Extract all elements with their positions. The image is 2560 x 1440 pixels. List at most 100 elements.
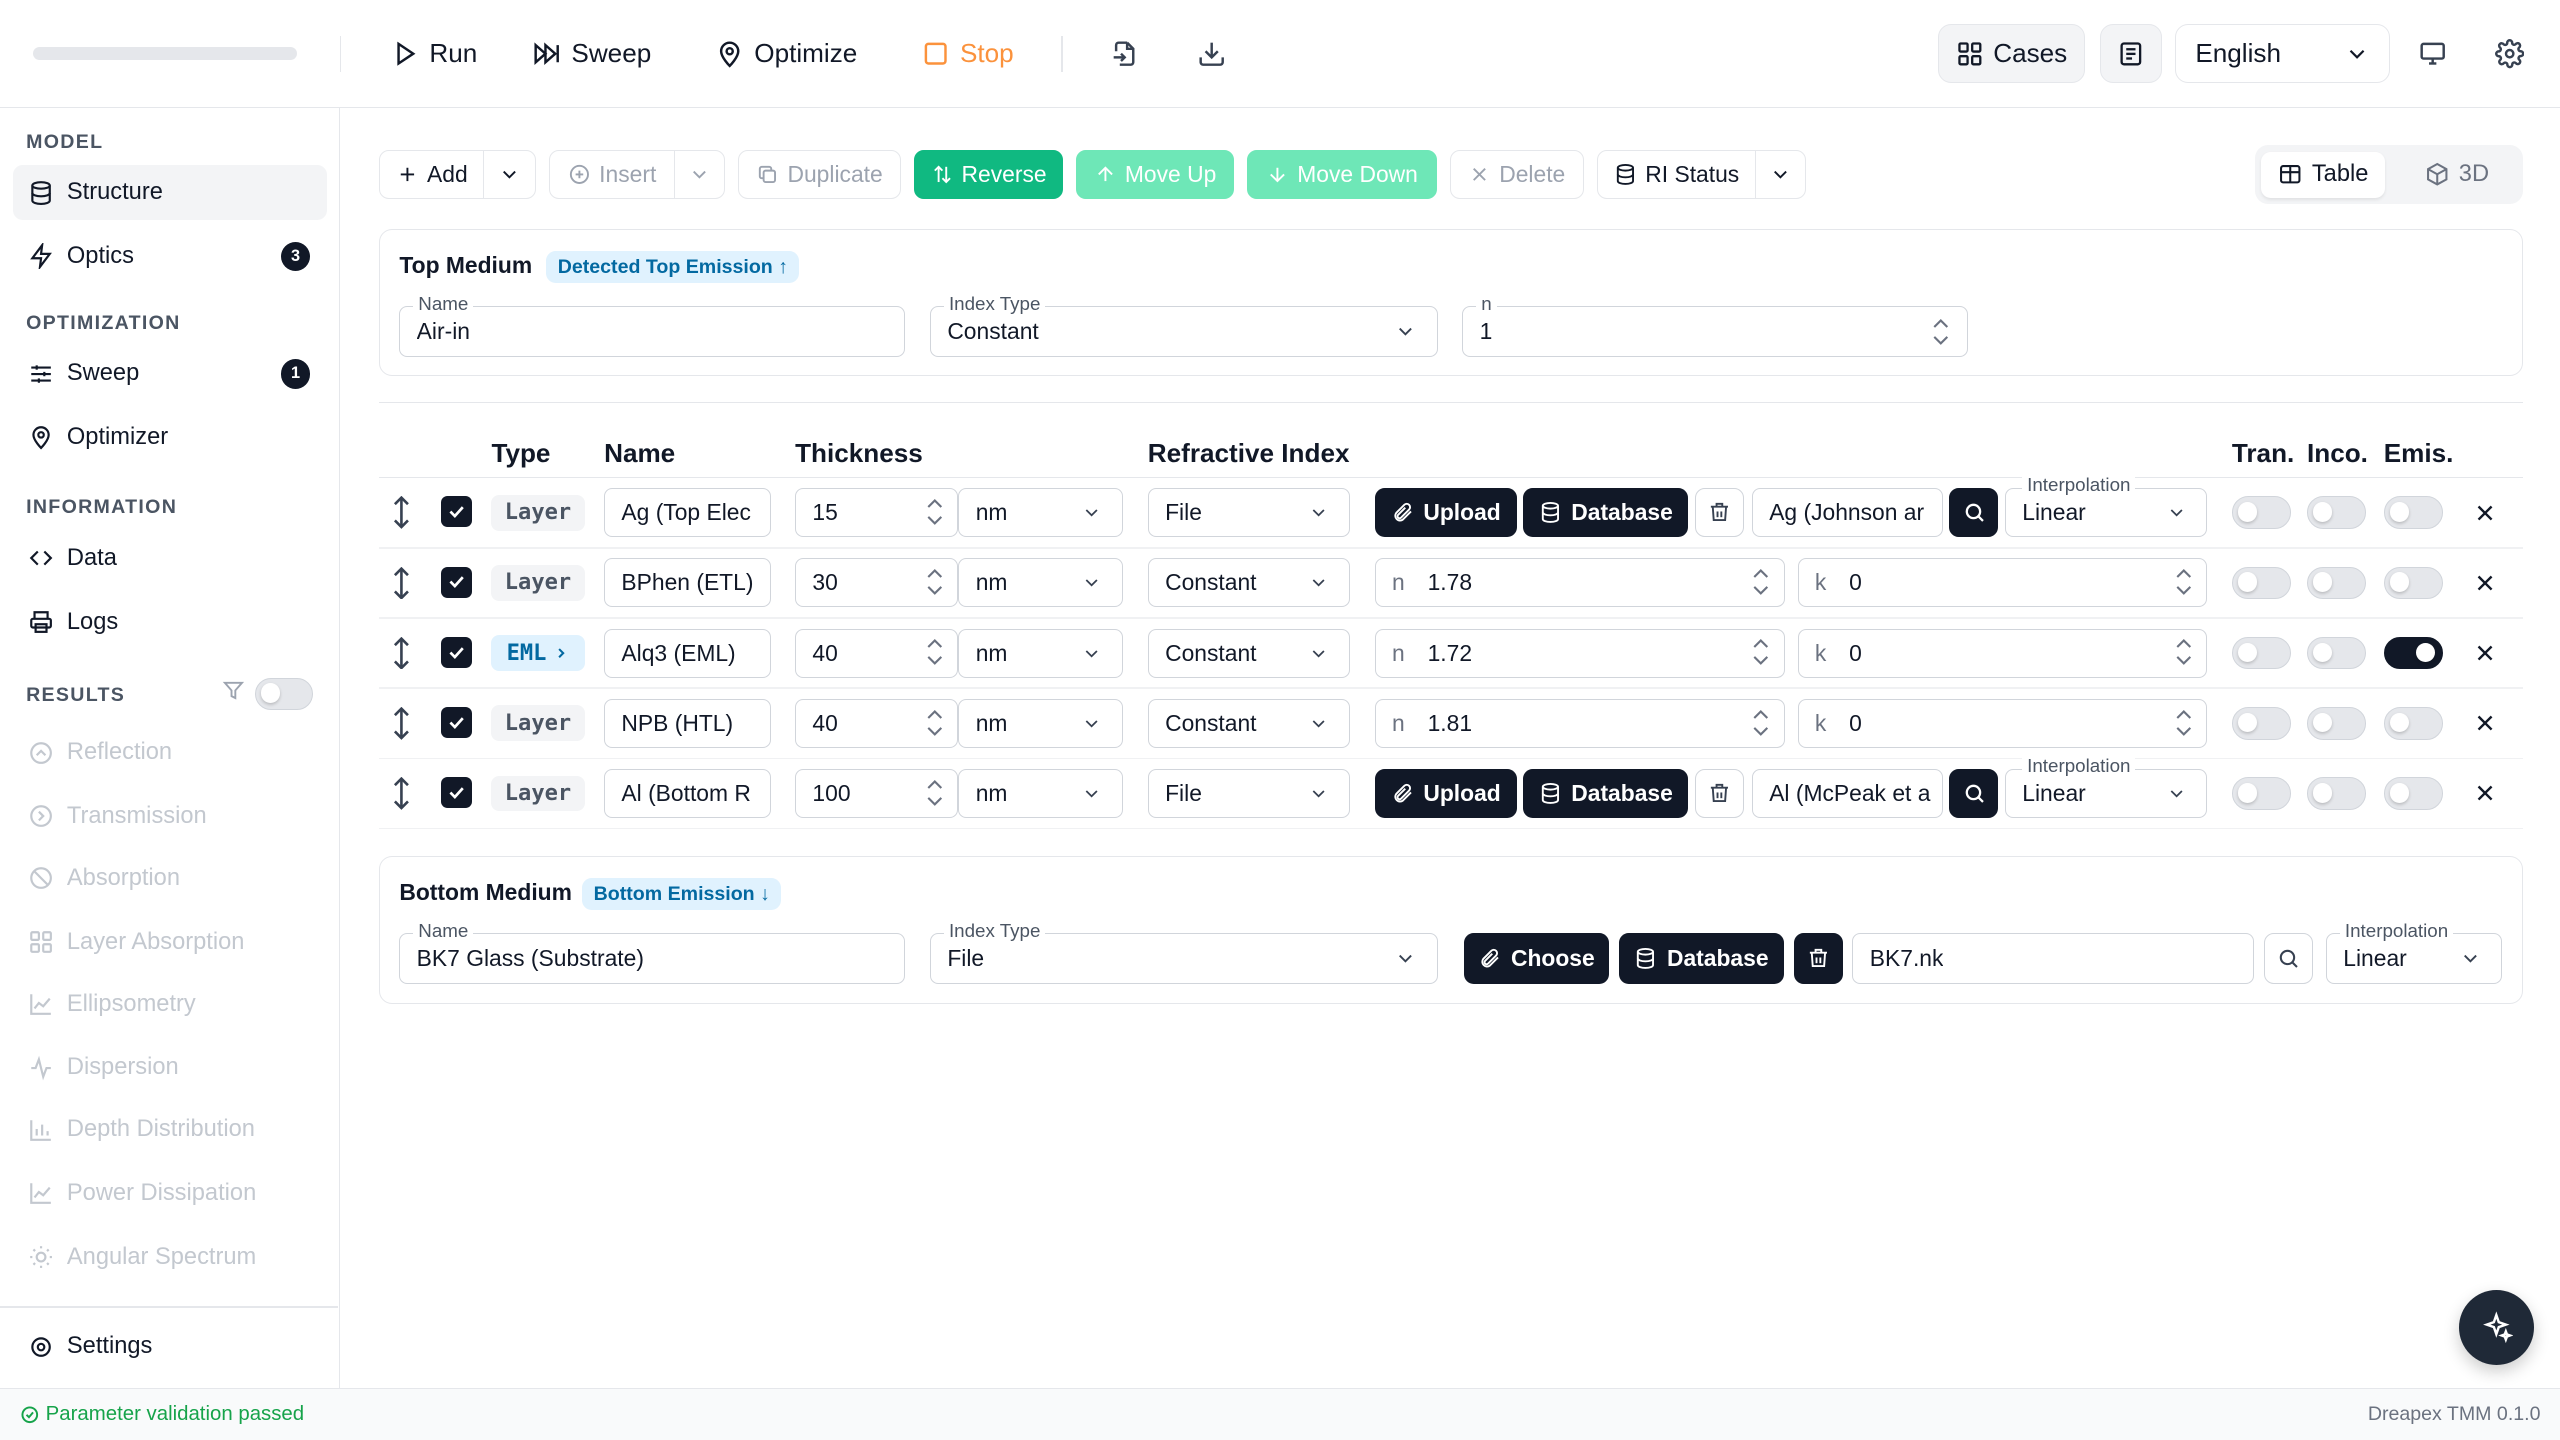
stepper-icon[interactable] <box>2174 634 2194 670</box>
clear-file-button[interactable] <box>1694 769 1744 818</box>
search-material-button[interactable] <box>2263 933 2313 984</box>
thickness-input[interactable]: 100 <box>795 769 959 818</box>
layer-type-badge[interactable]: Layer <box>491 705 585 742</box>
sidebar-item-reflection[interactable]: Reflection <box>13 725 326 781</box>
layer-type-badge[interactable]: EML <box>491 635 585 672</box>
ri-mode-select[interactable]: Constant <box>1147 558 1351 608</box>
sidebar-item-logs[interactable]: Logs <box>13 594 326 650</box>
emis-toggle[interactable] <box>2383 706 2443 740</box>
sweep-button[interactable]: Sweep <box>532 26 651 82</box>
cases-button[interactable]: Cases <box>1938 24 2085 84</box>
layer-name-input[interactable]: Alq3 (EML) <box>604 628 771 678</box>
upload-button[interactable]: Upload <box>1374 488 1517 538</box>
layer-type-badge[interactable]: Layer <box>491 775 585 812</box>
emis-toggle[interactable] <box>2383 777 2443 810</box>
top-medium-index-type-select[interactable]: Index Type Constant <box>930 292 1438 357</box>
stepper-icon[interactable] <box>1751 634 1771 670</box>
k-input[interactable]: k 0 <box>1797 628 2208 678</box>
drag-handle-icon[interactable] <box>390 636 413 670</box>
monitor-button[interactable] <box>2411 33 2453 75</box>
stepper-icon[interactable] <box>1751 564 1771 600</box>
drag-handle-icon[interactable] <box>390 566 413 600</box>
duplicate-button[interactable]: Duplicate <box>737 150 902 200</box>
sidebar-item-layer-absorption[interactable]: Layer Absorption <box>13 914 326 970</box>
k-input[interactable]: k 0 <box>1797 698 2208 748</box>
import-button[interactable] <box>1104 33 1146 75</box>
sidebar-item-transmission[interactable]: Transmission <box>13 789 326 845</box>
bottom-medium-index-type-select[interactable]: Index Type File <box>930 919 1438 984</box>
clear-file-button[interactable] <box>1694 488 1744 538</box>
choose-file-button[interactable]: Choose <box>1463 933 1610 984</box>
tran-toggle[interactable] <box>2231 496 2291 529</box>
ri-status-button[interactable]: RI Status <box>1596 150 1757 200</box>
search-material-button[interactable] <box>1949 769 1999 818</box>
ai-assistant-button[interactable] <box>2458 1289 2534 1365</box>
row-checkbox[interactable] <box>440 777 472 809</box>
emis-toggle[interactable] <box>2383 496 2443 529</box>
inco-toggle[interactable] <box>2307 706 2366 740</box>
layer-name-input[interactable]: BPhen (ETL) <box>604 558 771 608</box>
sidebar-item-optics[interactable]: Optics 3 <box>13 229 326 285</box>
remove-row-icon[interactable] <box>2472 570 2498 596</box>
emis-toggle[interactable] <box>2383 566 2443 600</box>
thickness-input[interactable]: 40 <box>795 628 959 678</box>
bottom-medium-file-field[interactable]: BK7.nk <box>1852 933 2255 984</box>
ri-mode-select[interactable]: File <box>1147 769 1351 818</box>
sidebar-item-dispersion[interactable]: Dispersion <box>13 1040 326 1096</box>
stop-button[interactable]: Stop <box>921 26 1014 82</box>
remove-row-icon[interactable] <box>2472 780 2498 806</box>
add-dropdown-button[interactable] <box>483 150 536 200</box>
n-input[interactable]: n 1.72 <box>1374 628 1785 678</box>
top-medium-n-input[interactable]: n 1 <box>1462 292 1969 357</box>
inco-toggle[interactable] <box>2307 566 2366 600</box>
stepper-icon[interactable] <box>1931 314 1951 350</box>
interpolation-select[interactable]: Interpolation Linear <box>2004 474 2208 538</box>
tran-toggle[interactable] <box>2231 636 2291 670</box>
ri-mode-select[interactable]: File <box>1147 488 1351 538</box>
add-layer-button[interactable]: Add <box>378 150 485 200</box>
thickness-unit-select[interactable]: nm <box>958 628 1124 678</box>
run-button[interactable]: Run <box>390 26 477 82</box>
layer-type-badge[interactable]: Layer <box>491 494 585 531</box>
sidebar-item-depth-distribution[interactable]: Depth Distribution <box>13 1102 326 1158</box>
sidebar-item-ellipsometry[interactable]: Ellipsometry <box>13 976 326 1032</box>
remove-row-icon[interactable] <box>2472 500 2498 526</box>
thickness-unit-select[interactable]: nm <box>958 769 1124 818</box>
drag-handle-icon[interactable] <box>390 706 413 740</box>
sidebar-item-optimizer[interactable]: Optimizer <box>13 410 326 466</box>
document-button[interactable] <box>2099 24 2162 84</box>
view-3d-tab[interactable]: 3D <box>2408 152 2505 198</box>
reverse-button[interactable]: Reverse <box>914 150 1063 200</box>
thickness-input[interactable]: 30 <box>795 558 959 608</box>
insert-dropdown-button[interactable] <box>674 150 725 200</box>
inco-toggle[interactable] <box>2307 636 2366 670</box>
stepper-icon[interactable] <box>925 494 945 530</box>
view-table-tab[interactable]: Table <box>2261 151 2385 198</box>
language-select[interactable]: English <box>2174 24 2391 84</box>
tran-toggle[interactable] <box>2231 566 2291 600</box>
upload-button[interactable]: Upload <box>1374 769 1517 818</box>
stepper-icon[interactable] <box>925 634 945 670</box>
stepper-icon[interactable] <box>925 705 945 741</box>
sidebar-item-absorption[interactable]: Absorption <box>13 851 326 907</box>
k-input[interactable]: k 0 <box>1797 558 2208 608</box>
drag-handle-icon[interactable] <box>390 777 413 810</box>
inco-toggle[interactable] <box>2307 496 2366 529</box>
layer-name-input[interactable]: Al (Bottom R <box>604 769 771 818</box>
database-button[interactable]: Database <box>1619 933 1784 984</box>
move-up-button[interactable]: Move Up <box>1075 150 1235 200</box>
stepper-icon[interactable] <box>2174 705 2194 741</box>
n-input[interactable]: n 1.78 <box>1374 558 1785 608</box>
delete-button[interactable]: Delete <box>1449 150 1584 200</box>
layer-name-input[interactable]: Ag (Top Elec <box>604 488 771 538</box>
n-input[interactable]: n 1.81 <box>1374 698 1785 748</box>
insert-button[interactable]: Insert <box>548 150 676 200</box>
tran-toggle[interactable] <box>2231 706 2291 740</box>
layer-name-input[interactable]: NPB (HTL) <box>604 698 771 748</box>
database-button[interactable]: Database <box>1523 769 1689 818</box>
interpolation-select[interactable]: Interpolation Linear <box>2004 755 2208 818</box>
ri-mode-select[interactable]: Constant <box>1147 628 1351 678</box>
row-checkbox[interactable] <box>440 566 472 598</box>
sidebar-item-angular-spectrum[interactable]: Angular Spectrum <box>13 1229 326 1285</box>
results-filter-toggle[interactable] <box>254 677 314 711</box>
